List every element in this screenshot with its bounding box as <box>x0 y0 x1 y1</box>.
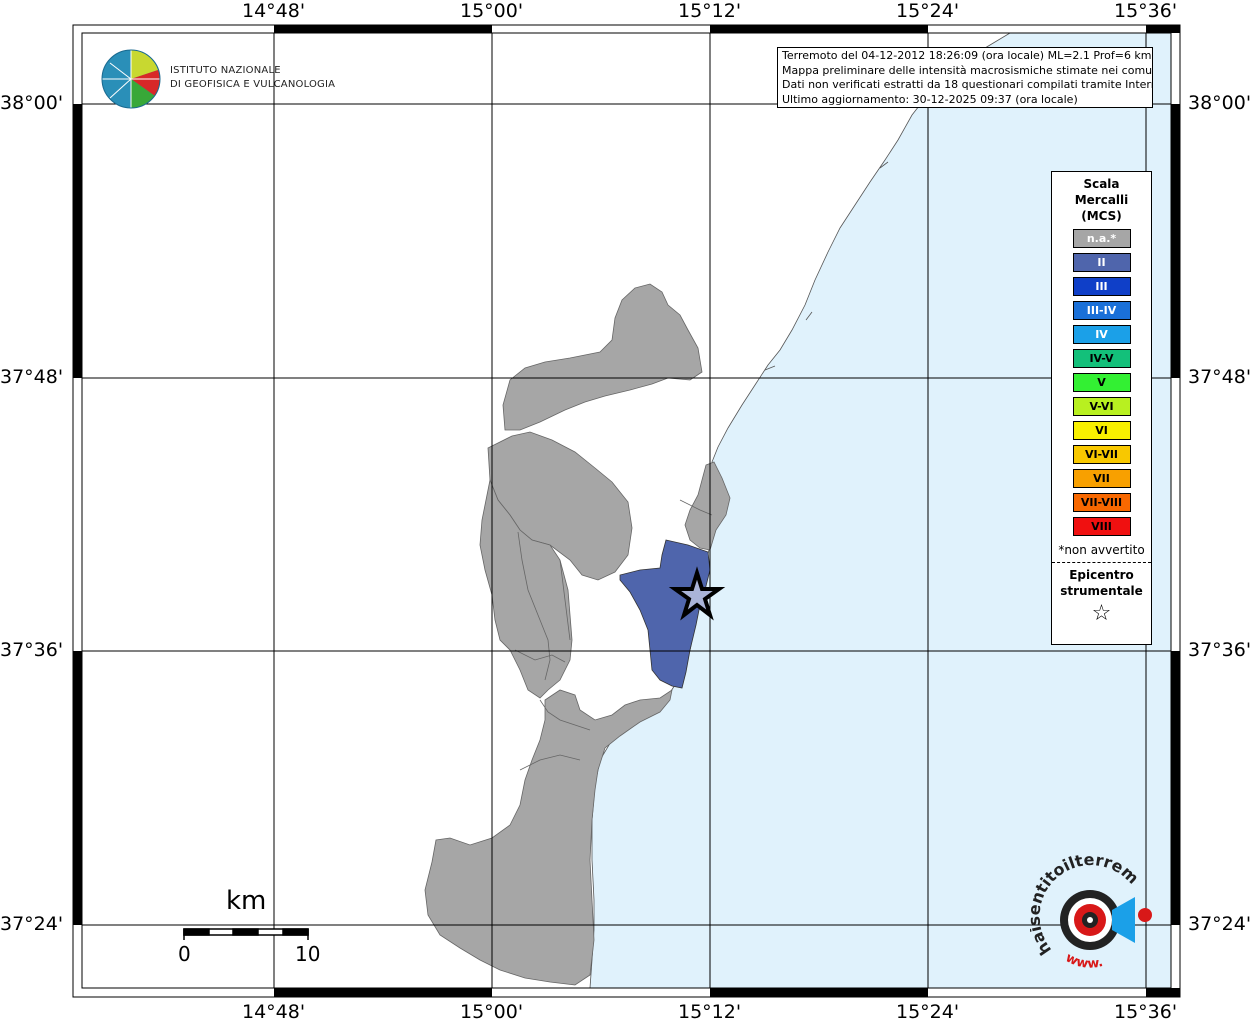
legend-items: n.a.* II III III-IV IV IV-V V V-VI VI VI-VII VII VI… <box>1052 229 1151 536</box>
hst-logo-www: www. <box>1063 950 1105 971</box>
lon-label-bottom-2: 15°00' <box>460 1001 524 1023</box>
legend-item: VII-VIII <box>1072 493 1131 512</box>
mcs-legend: Scala Mercalli (MCS) n.a.* II III III-IV IV I… <box>1051 171 1152 645</box>
scale-end: 10 <box>295 942 321 966</box>
ingv-name-line1: ISTITUTO NAZIONALE <box>170 65 281 76</box>
legend-title-2: Mercalli <box>1074 193 1129 207</box>
lat-label-left-1: 38°00' <box>0 92 64 114</box>
lon-label-bottom-5: 15°36' <box>1114 1001 1178 1023</box>
legend-item: V <box>1072 373 1131 392</box>
lat-label-left-2: 37°48' <box>0 366 64 388</box>
legend-title-3: (MCS) <box>1081 209 1122 223</box>
earthquake-info-box: Terremoto del 04-12-2012 18:26:09 (ora l… <box>777 47 1153 108</box>
ingv-name-line2: DI GEOFISICA E VULCANOLOGIA <box>170 79 336 90</box>
hst-logo-graphic: haisentitoilterremoto.it www. <box>1024 840 1152 972</box>
lon-label-bottom-1: 14°48' <box>242 1001 306 1023</box>
lat-label-left-3: 37°36' <box>0 639 64 661</box>
legend-item: II <box>1072 253 1131 272</box>
legend-item: IV <box>1072 325 1131 344</box>
lat-label-right-1: 38°00' <box>1188 92 1252 114</box>
legend-title: Scala Mercalli (MCS) <box>1052 176 1151 224</box>
info-line-1: Terremoto del 04-12-2012 18:26:09 (ora l… <box>782 49 1152 62</box>
legend-epicenter-line2: strumentale <box>1060 584 1143 598</box>
lon-label-bottom-4: 15°24' <box>896 1001 960 1023</box>
legend-epicenter-line1: Epicentro <box>1069 568 1134 582</box>
legend-note: *non avvertito <box>1058 543 1145 557</box>
lon-label-top-4: 15°24' <box>896 0 960 22</box>
lon-label-top-2: 15°00' <box>460 0 524 22</box>
legend-item: V-VI <box>1072 397 1131 416</box>
legend-item: VI <box>1072 421 1131 440</box>
hst-logo: haisentitoilterremoto.it www. <box>1024 840 1160 975</box>
ingv-globe-icon <box>101 49 161 109</box>
lon-label-top-1: 14°48' <box>242 0 306 22</box>
lon-label-bottom-3: 15°12' <box>678 1001 742 1023</box>
lat-label-right-3: 37°36' <box>1188 639 1252 661</box>
legend-item: n.a.* <box>1072 229 1131 248</box>
lon-label-top-3: 15°12' <box>678 0 742 22</box>
lon-label-top-5: 15°36' <box>1114 0 1178 22</box>
legend-item: VII <box>1072 469 1131 488</box>
legend-star-icon: ☆ <box>1091 601 1112 626</box>
lat-label-right-2: 37°48' <box>1188 366 1252 388</box>
legend-item: VIII <box>1072 517 1131 536</box>
legend-item: VI-VII <box>1072 445 1131 464</box>
ingv-name: ISTITUTO NAZIONALE DI GEOFISICA E VULCAN… <box>170 64 335 92</box>
legend-separator <box>1052 562 1151 563</box>
legend-item: IV-V <box>1072 349 1131 368</box>
legend-epicenter-label: Epicentro strumentale <box>1052 567 1151 599</box>
legend-item: III-IV <box>1072 301 1131 320</box>
info-line-3: Dati non verificati estratti da 18 quest… <box>782 78 1153 91</box>
legend-title-1: Scala <box>1083 177 1120 191</box>
legend-item: III <box>1072 277 1131 296</box>
scale-start: 0 <box>178 942 191 966</box>
info-line-2: Mappa preliminare delle intensità macros… <box>782 63 1153 77</box>
info-line-4: Ultimo aggiornamento: 30-12-2025 09:37 (… <box>782 92 1078 106</box>
lat-label-left-4: 37°24' <box>0 913 64 935</box>
scale-unit: km <box>226 886 267 916</box>
lat-label-right-4: 37°24' <box>1188 913 1252 935</box>
